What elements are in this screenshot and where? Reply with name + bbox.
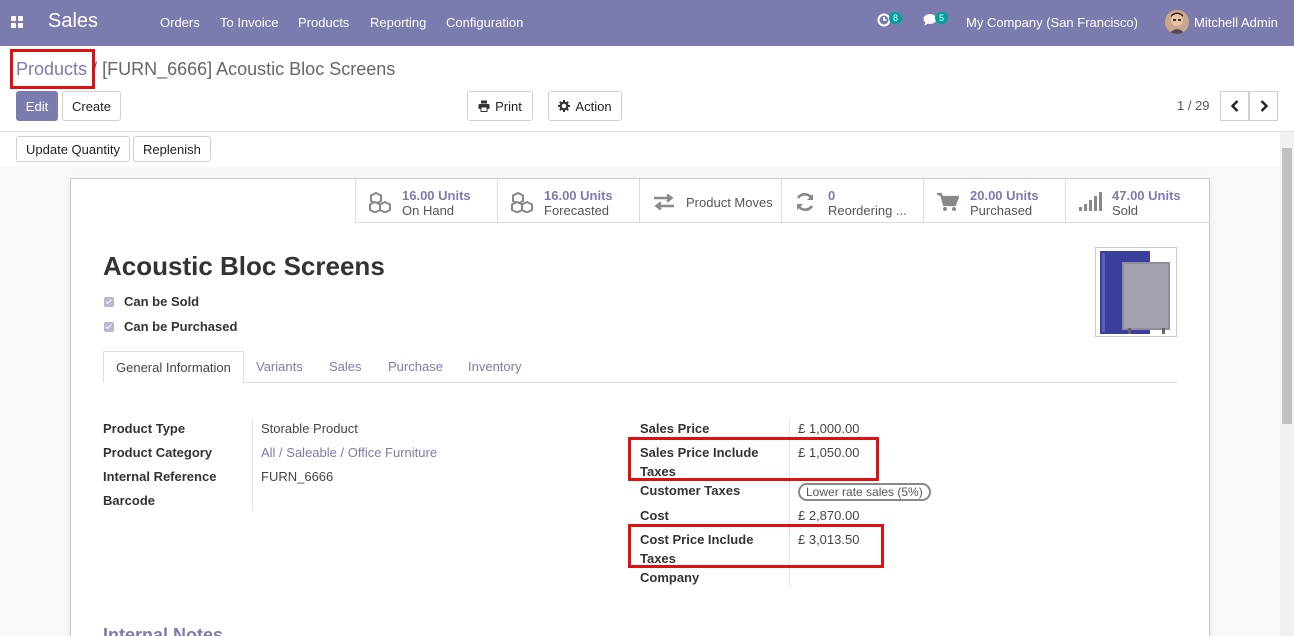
barcode-label: Barcode	[103, 493, 156, 508]
update-quantity-button[interactable]: Update Quantity	[16, 136, 130, 162]
tab-variants[interactable]: Variants	[256, 351, 303, 383]
sold-smart-button[interactable]: 47.00 Units Sold	[1065, 179, 1207, 223]
action-button[interactable]: Action	[548, 91, 622, 121]
highlight-sales-price-include-taxes	[628, 437, 879, 481]
left-fields-separator	[252, 419, 253, 511]
scrollbar-thumb[interactable]	[1282, 148, 1292, 424]
sales-price-label: Sales Price	[640, 421, 710, 436]
highlight-products-breadcrumb	[10, 49, 95, 89]
tab-sales[interactable]: Sales	[329, 351, 362, 383]
tab-purchase[interactable]: Purchase	[388, 351, 443, 383]
pager-value[interactable]: 1 / 29	[1177, 98, 1210, 113]
cost-label: Cost	[640, 508, 669, 523]
purchased-label: Purchased	[970, 203, 1033, 218]
pager-next-button[interactable]	[1249, 91, 1278, 121]
product-moves-smart-button[interactable]: Product Moves	[639, 179, 781, 223]
forecasted-smart-button[interactable]: 16.00 Units Forecasted	[497, 179, 639, 223]
can-be-sold-label: Can be Sold	[124, 294, 200, 309]
top-navbar: Sales Orders To Invoice Products Reporti…	[0, 0, 1294, 46]
can-be-purchased-label: Can be Purchased	[124, 319, 238, 334]
reordering-smart-button[interactable]: 0 Reordering ...	[781, 179, 923, 223]
customer-taxes-label: Customer Taxes	[640, 483, 741, 498]
apps-menu-icon[interactable]	[11, 16, 23, 28]
internal-reference-value[interactable]: FURN_6666	[261, 469, 333, 484]
menu-to-invoice[interactable]: To Invoice	[220, 15, 279, 30]
product-category-link[interactable]: All / Saleable / Office Furniture	[261, 445, 437, 460]
on-hand-label: On Hand	[402, 203, 455, 218]
replenish-button[interactable]: Replenish	[133, 136, 211, 162]
form-tabs: General Information Variants Sales Purch…	[103, 351, 1177, 383]
chevron-right-icon	[1260, 100, 1268, 112]
print-button[interactable]: Print	[467, 91, 533, 121]
company-switcher[interactable]: My Company (San Francisco)	[966, 15, 1138, 30]
app-name[interactable]: Sales	[48, 10, 98, 33]
menu-reporting[interactable]: Reporting	[370, 15, 426, 30]
internal-notes-title: Internal Notes	[103, 625, 224, 636]
reordering-value: 0	[828, 188, 836, 203]
on-hand-value: 16.00 Units	[402, 188, 471, 203]
product-image[interactable]	[1095, 247, 1177, 337]
menu-orders[interactable]: Orders	[160, 15, 200, 30]
forecasted-value: 16.00 Units	[544, 188, 613, 203]
action-label: Action	[575, 98, 612, 114]
signal-icon	[1079, 192, 1102, 211]
print-icon	[478, 100, 490, 112]
highlight-cost-price-include-taxes	[628, 524, 884, 568]
purchased-value: 20.00 Units	[970, 188, 1039, 203]
product-moves-label: Product Moves	[686, 195, 773, 210]
menu-configuration[interactable]: Configuration	[446, 15, 523, 30]
breadcrumb-current: [FURN_6666] Acoustic Bloc Screens	[102, 59, 396, 79]
menu-products[interactable]: Products	[298, 15, 349, 30]
exchange-icon	[654, 194, 674, 210]
sold-value: 47.00 Units	[1112, 188, 1181, 203]
tab-general-information[interactable]: General Information	[103, 351, 244, 383]
sold-label: Sold	[1112, 203, 1139, 218]
cost-value[interactable]: £ 2,870.00	[798, 508, 859, 523]
can-be-sold-checkbox[interactable]	[104, 296, 114, 307]
product-type-label: Product Type	[103, 421, 186, 436]
gear-icon	[558, 100, 571, 112]
company-label: Company	[640, 570, 700, 585]
smart-buttons-bar: 16.00 Units On Hand 16.00 Units Forecast…	[355, 179, 1209, 223]
can-be-sold-row: Can be Sold	[104, 294, 199, 309]
cart-icon	[937, 192, 960, 211]
edit-button[interactable]: Edit	[16, 91, 58, 121]
refresh-icon	[796, 193, 814, 211]
print-label: Print	[495, 98, 522, 114]
pager-previous-button[interactable]	[1220, 91, 1249, 121]
user-name[interactable]: Mitchell Admin	[1194, 15, 1278, 30]
user-avatar[interactable]	[1165, 10, 1189, 34]
product-category-label: Product Category	[103, 445, 213, 460]
tab-inventory[interactable]: Inventory	[468, 351, 521, 383]
message-count-badge: 5	[935, 12, 949, 24]
internal-reference-label: Internal Reference	[103, 469, 217, 484]
can-be-purchased-checkbox[interactable]	[104, 321, 114, 332]
purchased-smart-button[interactable]: 20.00 Units Purchased	[923, 179, 1065, 223]
create-button[interactable]: Create	[62, 91, 121, 121]
product-type-value[interactable]: Storable Product	[261, 421, 358, 436]
cubes-icon	[511, 191, 533, 213]
product-name: Acoustic Bloc Screens	[103, 251, 385, 281]
cubes-icon	[369, 191, 391, 213]
can-be-purchased-row: Can be Purchased	[104, 319, 237, 334]
forecasted-label: Forecasted	[544, 203, 610, 218]
sales-price-value[interactable]: £ 1,000.00	[798, 421, 859, 436]
customer-tax-tag[interactable]: Lower rate sales (5%)	[798, 483, 931, 501]
on-hand-smart-button[interactable]: 16.00 Units On Hand	[355, 179, 497, 223]
activity-count-badge: 8	[889, 12, 903, 24]
chevron-left-icon	[1230, 100, 1238, 112]
reordering-label: Reordering ...	[828, 203, 907, 218]
control-panel-divider	[0, 131, 1294, 132]
